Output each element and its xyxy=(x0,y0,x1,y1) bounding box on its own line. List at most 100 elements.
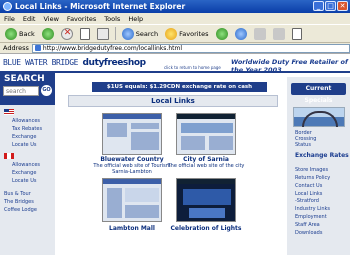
media-button[interactable] xyxy=(214,26,230,41)
lambton-mall-thumbnail[interactable] xyxy=(102,178,162,222)
thumb-header xyxy=(103,114,161,119)
ca-locate-us-link[interactable]: Locate Us xyxy=(0,177,55,185)
section-title: Local Links xyxy=(68,95,278,107)
search-button[interactable]: Search xyxy=(120,26,160,41)
thumb-block xyxy=(125,205,159,218)
link-title[interactable]: City of Sarnia xyxy=(161,156,251,163)
thumb-block xyxy=(107,123,127,137)
mail-icon xyxy=(253,27,266,40)
favorites-label: Favorites xyxy=(179,29,209,38)
menu-bar: File Edit View Favorites Tools Help xyxy=(0,13,350,24)
menu-edit[interactable]: Edit xyxy=(23,15,36,23)
us-allowances-link[interactable]: Allowances xyxy=(0,117,55,125)
home-icon xyxy=(96,27,109,40)
thumb-header xyxy=(103,179,161,184)
menu-file[interactable]: File xyxy=(4,15,15,23)
go-button[interactable]: GO xyxy=(41,85,52,96)
staff-area-link[interactable]: Staff Area xyxy=(295,222,320,228)
window-title: Local Links - Microsoft Internet Explore… xyxy=(15,2,186,11)
thumb-block xyxy=(183,189,231,205)
employment-link[interactable]: Employment xyxy=(295,214,327,220)
search-icon xyxy=(121,27,134,40)
favorites-star-icon xyxy=(165,27,178,40)
us-tax-rebates-link[interactable]: Tax Rebates xyxy=(0,125,55,133)
search-input[interactable] xyxy=(3,86,39,96)
bluewater-country-thumbnail[interactable] xyxy=(102,113,162,155)
search-label: Search xyxy=(135,29,159,38)
forward-button[interactable] xyxy=(40,26,56,41)
thumb-block xyxy=(181,136,205,150)
media-icon xyxy=(215,27,228,40)
site-logo[interactable]: BLUE WATER BRIDGE dutyfreeshop xyxy=(3,58,146,68)
back-arrow-icon xyxy=(5,27,17,40)
industry-links-link[interactable]: Industry Links xyxy=(295,206,330,212)
award-text: Worldwide Duty Free Retailer of the Year… xyxy=(231,58,348,74)
exchange-rates-link[interactable]: Exchange Rates xyxy=(295,153,349,159)
bridge-image xyxy=(293,107,345,127)
thumb-block xyxy=(131,132,159,150)
left-nav: Allowances Tax Rebates Exchange Locate U… xyxy=(0,105,55,255)
thumb-header xyxy=(177,114,235,119)
stop-button[interactable] xyxy=(59,26,75,41)
back-button[interactable]: Back xyxy=(3,26,37,41)
store-images-link[interactable]: Store Images xyxy=(295,167,328,173)
bridge-arch-shape xyxy=(302,111,338,127)
downloads-link[interactable]: Downloads xyxy=(295,230,322,236)
history-icon xyxy=(234,27,247,40)
local-links-link[interactable]: Local Links xyxy=(295,191,322,197)
refresh-icon xyxy=(79,27,90,40)
back-label: Back xyxy=(19,29,35,38)
brand-prefix: BLUE WATER BRIDGE xyxy=(3,58,79,67)
page-content: BLUE WATER BRIDGE dutyfreeshop click to … xyxy=(0,55,350,255)
current-specials-button[interactable]: Current Specials xyxy=(291,83,346,104)
us-flag-icon xyxy=(4,109,14,115)
menu-favorites[interactable]: Favorites xyxy=(67,15,96,23)
home-button[interactable] xyxy=(95,26,111,41)
address-input[interactable]: http://www.bridgedutyfree.com/locallinks… xyxy=(31,43,350,53)
edit-button[interactable] xyxy=(290,26,304,41)
thumb-header xyxy=(177,179,235,184)
returns-policy-link[interactable]: Returns Policy xyxy=(295,175,330,181)
status-link[interactable]: Status xyxy=(295,142,311,148)
thumb-block xyxy=(209,136,233,150)
maximize-button[interactable]: □ xyxy=(325,1,336,11)
search-title: SEARCH xyxy=(4,74,45,84)
link-title[interactable]: Celebration of Lights xyxy=(161,225,251,232)
us-exchange-link[interactable]: Exchange xyxy=(0,133,55,141)
bridges-link[interactable]: The Bridges xyxy=(0,198,55,206)
menu-view[interactable]: View xyxy=(43,15,58,23)
stratford-link[interactable]: -Stratford xyxy=(295,198,319,204)
print-icon xyxy=(272,27,285,40)
coffee-lodge-link[interactable]: Coffee Lodge xyxy=(0,206,55,214)
canada-flag-icon xyxy=(4,153,14,159)
site-header: BLUE WATER BRIDGE dutyfreeshop click to … xyxy=(0,55,350,74)
thumb-block xyxy=(131,123,159,129)
celebration-of-lights-thumbnail[interactable] xyxy=(176,178,236,222)
ca-allowances-link[interactable]: Allowances xyxy=(0,161,55,169)
favorites-button[interactable]: Favorites xyxy=(163,26,210,41)
minimize-button[interactable]: _ xyxy=(313,1,324,11)
history-button[interactable] xyxy=(233,26,249,41)
address-bar: Address http://www.bridgedutyfree.com/lo… xyxy=(0,43,350,54)
city-of-sarnia-thumbnail[interactable] xyxy=(176,113,236,155)
menu-help[interactable]: Help xyxy=(128,15,143,23)
refresh-button[interactable] xyxy=(78,26,92,41)
browser-toolbar: Back Search Favorites xyxy=(0,24,350,43)
exchange-rate-banner: $1US equals: $1.29CDN exchange rate on c… xyxy=(92,82,267,100)
print-button[interactable] xyxy=(271,26,287,41)
contact-us-link[interactable]: Contact Us xyxy=(295,183,322,189)
bus-tour-link[interactable]: Bus & Tour xyxy=(0,190,55,198)
thumb-block xyxy=(189,208,225,218)
thumb-block xyxy=(125,188,159,202)
us-locate-us-link[interactable]: Locate Us xyxy=(0,141,55,149)
return-home-link[interactable]: click to return to home page xyxy=(164,65,221,70)
close-button[interactable]: ✕ xyxy=(337,1,348,11)
page-icon xyxy=(34,45,41,51)
brand-name: dutyfreeshop xyxy=(82,58,147,68)
mail-button[interactable] xyxy=(252,26,268,41)
ca-exchange-link[interactable]: Exchange xyxy=(0,169,55,177)
address-url: http://www.bridgedutyfree.com/locallinks… xyxy=(42,44,182,52)
window-controls: _ □ ✕ xyxy=(313,1,348,11)
menu-tools[interactable]: Tools xyxy=(104,15,120,23)
edit-icon xyxy=(291,27,302,40)
